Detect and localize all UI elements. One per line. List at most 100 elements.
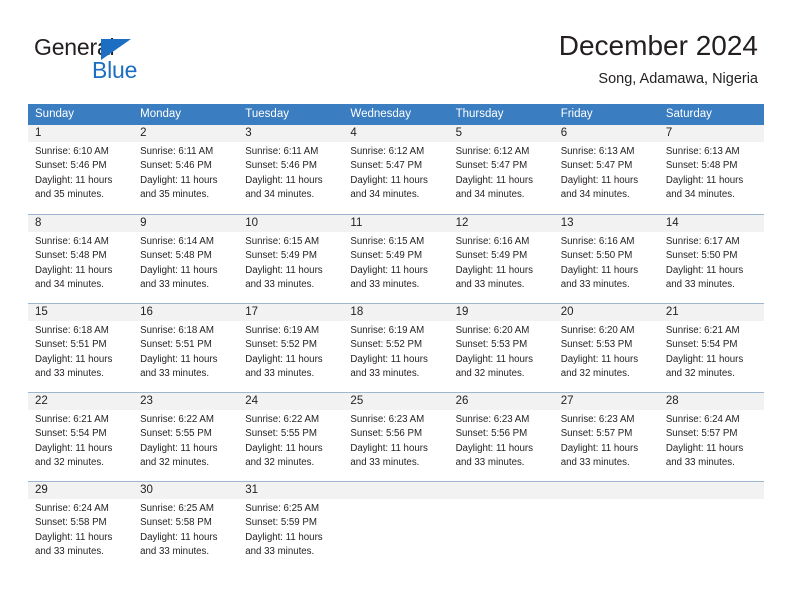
daylight-text: Daylight: 11 hours and 33 minutes. — [350, 442, 428, 468]
weekday-header-friday: Friday — [560, 108, 593, 120]
day-details: Sunrise: 6:11 AM Sunset: 5:46 PM Daylight:… — [238, 142, 343, 202]
daylight-text: Daylight: 11 hours and 33 minutes. — [350, 264, 428, 290]
sunset-text: Sunset: 5:49 PM — [350, 250, 423, 262]
day-details: Sunrise: 6:18 AM Sunset: 5:51 PM Daylight:… — [133, 321, 238, 381]
daylight-text: Daylight: 11 hours and 33 minutes. — [140, 264, 218, 290]
sunset-text: Sunset: 5:47 PM — [350, 160, 423, 172]
day-cell[interactable]: 14 Sunrise: 6:17 AM Sunset: 5:50 PM Dayligh… — [658, 215, 764, 303]
day-number: 24 — [238, 393, 344, 410]
day-number: 25 — [343, 393, 449, 410]
daylight-text: Daylight: 11 hours and 34 minutes. — [245, 174, 323, 200]
day-cell-empty — [658, 482, 764, 570]
weekday-header-row: Sunday Monday Tuesday Wednesday Thursday Frid… — [28, 104, 764, 125]
day-cell[interactable]: 7 Sunrise: 6:13 AM Sunset: 5:48 PM Daylight… — [658, 125, 764, 214]
daylight-text: Daylight: 11 hours and 32 minutes. — [140, 442, 218, 468]
day-number — [343, 482, 449, 499]
day-details: Sunrise: 6:23 AM Sunset: 5:56 PM Daylight:… — [343, 410, 448, 470]
day-number: 29 — [28, 482, 134, 499]
sunset-text: Sunset: 5:54 PM — [665, 339, 738, 351]
daylight-text: Daylight: 11 hours and 33 minutes. — [455, 442, 533, 468]
day-cell[interactable]: 23 Sunrise: 6:22 AM Sunset: 5:55 PM Dayligh… — [133, 393, 239, 481]
daylight-text: Daylight: 11 hours and 32 minutes. — [665, 353, 744, 379]
day-cell[interactable]: 1 Sunrise: 6:10 AM Sunset: 5:46 PM Daylight… — [28, 125, 134, 214]
sunset-text: Sunset: 5:58 PM — [35, 517, 107, 529]
logo-text-blue: Blue — [92, 57, 138, 83]
sunset-text: Sunset: 5:53 PM — [560, 339, 633, 351]
day-cell[interactable]: 27 Sunrise: 6:23 AM Sunset: 5:57 PM Dayligh… — [553, 393, 659, 481]
day-details: Sunrise: 6:14 AM Sunset: 5:48 PM Daylight:… — [133, 232, 238, 292]
day-cell[interactable]: 17 Sunrise: 6:19 AM Sunset: 5:52 PM Dayligh… — [238, 304, 344, 392]
day-details: Sunrise: 6:19 AM Sunset: 5:52 PM Daylight:… — [343, 321, 448, 381]
sunrise-text: Sunrise: 6:25 AM — [245, 503, 320, 514]
day-cell[interactable]: 25 Sunrise: 6:23 AM Sunset: 5:56 PM Dayligh… — [343, 393, 449, 481]
day-cell[interactable]: 16 Sunrise: 6:18 AM Sunset: 5:51 PM Dayligh… — [133, 304, 239, 392]
day-cell[interactable]: 26 Sunrise: 6:23 AM Sunset: 5:56 PM Dayligh… — [448, 393, 554, 481]
day-details: Sunrise: 6:25 AM Sunset: 5:58 PM Daylight:… — [133, 499, 238, 559]
sunset-text: Sunset: 5:46 PM — [35, 160, 107, 172]
daylight-text: Daylight: 11 hours and 33 minutes. — [140, 353, 218, 379]
day-cell[interactable]: 19 Sunrise: 6:20 AM Sunset: 5:53 PM Dayligh… — [448, 304, 554, 392]
day-cell[interactable]: 4 Sunrise: 6:12 AM Sunset: 5:47 PM Daylight… — [343, 125, 449, 214]
day-cell[interactable]: 15 Sunrise: 6:18 AM Sunset: 5:51 PM Dayligh… — [28, 304, 134, 392]
page-subtitle: Song, Adamawa, Nigeria — [598, 71, 758, 87]
day-number: 28 — [658, 393, 764, 410]
day-cell[interactable]: 30 Sunrise: 6:25 AM Sunset: 5:58 PM Dayligh… — [133, 482, 239, 570]
day-cell[interactable]: 31 Sunrise: 6:25 AM Sunset: 5:59 PM Dayligh… — [238, 482, 344, 570]
general-blue-logo[interactable]: General Blue — [34, 34, 184, 86]
day-cell[interactable]: 11 Sunrise: 6:15 AM Sunset: 5:49 PM Dayligh… — [343, 215, 449, 303]
day-number: 27 — [553, 393, 659, 410]
day-cell[interactable]: 6 Sunrise: 6:13 AM Sunset: 5:47 PM Daylight… — [553, 125, 659, 214]
day-cell[interactable]: 2 Sunrise: 6:11 AM Sunset: 5:46 PM Daylight… — [133, 125, 239, 214]
day-cell[interactable]: 5 Sunrise: 6:12 AM Sunset: 5:47 PM Daylight… — [448, 125, 554, 214]
daylight-text: Daylight: 11 hours and 33 minutes. — [35, 531, 113, 557]
day-number: 21 — [658, 304, 764, 321]
day-cell[interactable]: 21 Sunrise: 6:21 AM Sunset: 5:54 PM Dayligh… — [658, 304, 764, 392]
day-cell[interactable]: 10 Sunrise: 6:15 AM Sunset: 5:49 PM Dayligh… — [238, 215, 344, 303]
sunrise-text: Sunrise: 6:13 AM — [560, 146, 635, 157]
day-number: 8 — [28, 215, 134, 232]
sunrise-text: Sunrise: 6:23 AM — [350, 414, 425, 425]
sunset-text: Sunset: 5:48 PM — [35, 250, 107, 262]
day-cell[interactable]: 13 Sunrise: 6:16 AM Sunset: 5:50 PM Dayligh… — [553, 215, 659, 303]
sunrise-text: Sunrise: 6:12 AM — [350, 146, 425, 157]
day-number: 11 — [343, 215, 449, 232]
day-number — [448, 482, 554, 499]
calendar-week-row: 8 Sunrise: 6:14 AM Sunset: 5:48 PM Daylight… — [28, 214, 764, 303]
day-cell[interactable]: 8 Sunrise: 6:14 AM Sunset: 5:48 PM Daylight… — [28, 215, 134, 303]
sunset-text: Sunset: 5:53 PM — [455, 339, 528, 351]
day-cell[interactable]: 9 Sunrise: 6:14 AM Sunset: 5:48 PM Daylight… — [133, 215, 239, 303]
daylight-text: Daylight: 11 hours and 35 minutes. — [140, 174, 218, 200]
day-cell[interactable]: 29 Sunrise: 6:24 AM Sunset: 5:58 PM Dayligh… — [28, 482, 134, 570]
sunrise-text: Sunrise: 6:20 AM — [560, 325, 635, 336]
sunrise-text: Sunrise: 6:25 AM — [140, 503, 214, 514]
sunrise-text: Sunrise: 6:24 AM — [35, 503, 109, 514]
weekday-header-wednesday: Wednesday — [350, 108, 411, 120]
day-details: Sunrise: 6:16 AM Sunset: 5:50 PM Daylight:… — [554, 232, 659, 292]
daylight-text: Daylight: 11 hours and 34 minutes. — [350, 174, 428, 200]
day-cell[interactable]: 20 Sunrise: 6:20 AM Sunset: 5:53 PM Dayligh… — [553, 304, 659, 392]
day-details: Sunrise: 6:22 AM Sunset: 5:55 PM Daylight:… — [238, 410, 343, 470]
sunrise-text: Sunrise: 6:12 AM — [455, 146, 530, 157]
daylight-text: Daylight: 11 hours and 33 minutes. — [665, 442, 744, 468]
calendar-page: General Blue December 2024 Song, Adamawa… — [0, 0, 792, 612]
day-number: 4 — [343, 125, 449, 142]
day-cell[interactable]: 18 Sunrise: 6:19 AM Sunset: 5:52 PM Dayligh… — [343, 304, 449, 392]
day-number: 31 — [238, 482, 344, 499]
day-number: 13 — [553, 215, 659, 232]
day-number: 16 — [133, 304, 239, 321]
day-number: 30 — [133, 482, 239, 499]
day-cell[interactable]: 22 Sunrise: 6:21 AM Sunset: 5:54 PM Dayligh… — [28, 393, 134, 481]
day-details: Sunrise: 6:12 AM Sunset: 5:47 PM Daylight:… — [449, 142, 554, 202]
sunset-text: Sunset: 5:48 PM — [665, 160, 738, 172]
calendar-weeks: 1 Sunrise: 6:10 AM Sunset: 5:46 PM Daylight… — [28, 125, 764, 570]
day-cell[interactable]: 24 Sunrise: 6:22 AM Sunset: 5:55 PM Dayligh… — [238, 393, 344, 481]
day-cell[interactable]: 12 Sunrise: 6:16 AM Sunset: 5:49 PM Dayligh… — [448, 215, 554, 303]
day-details: Sunrise: 6:11 AM Sunset: 5:46 PM Daylight:… — [133, 142, 238, 202]
day-cell[interactable]: 28 Sunrise: 6:24 AM Sunset: 5:57 PM Dayligh… — [658, 393, 764, 481]
day-cell[interactable]: 3 Sunrise: 6:11 AM Sunset: 5:46 PM Daylight… — [238, 125, 344, 214]
sunrise-text: Sunrise: 6:17 AM — [665, 236, 740, 247]
day-number: 20 — [553, 304, 659, 321]
sunrise-text: Sunrise: 6:19 AM — [245, 325, 320, 336]
sunset-text: Sunset: 5:56 PM — [455, 428, 528, 440]
sunset-text: Sunset: 5:50 PM — [665, 250, 738, 262]
